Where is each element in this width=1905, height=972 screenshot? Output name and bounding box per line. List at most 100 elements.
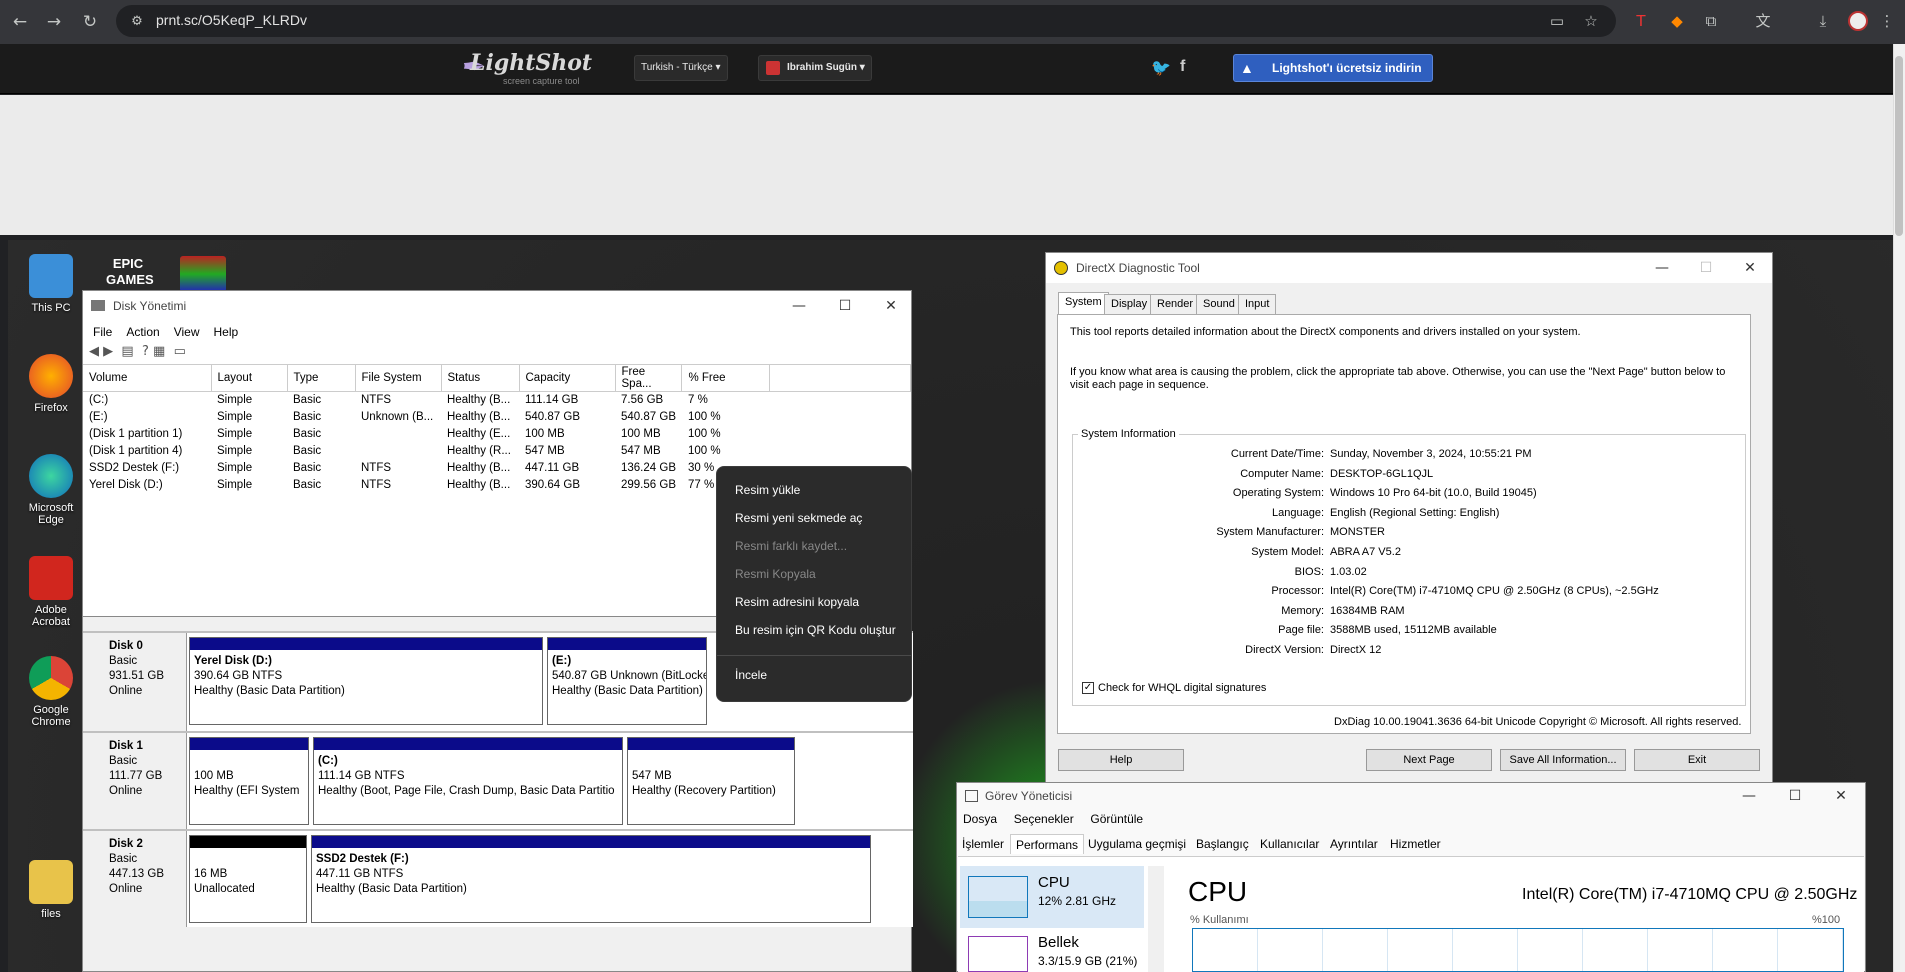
next-page-button[interactable]: Next Page xyxy=(1366,749,1492,771)
menu-file[interactable]: File xyxy=(93,325,112,339)
epic-games-icon[interactable]: EPIC GAMES xyxy=(106,256,154,292)
desktop-icon-edge[interactable]: Microsoft Edge xyxy=(16,454,86,526)
tab-input[interactable]: Input xyxy=(1238,294,1277,314)
menu-view[interactable]: View xyxy=(174,325,200,339)
maximize-button[interactable]: ☐ xyxy=(1773,783,1817,809)
minimize-button[interactable]: — xyxy=(1727,783,1771,809)
tab-users[interactable]: Kullanıcılar xyxy=(1260,834,1319,854)
facebook-icon[interactable]: f xyxy=(1180,58,1185,76)
bookmark-star-icon[interactable]: ☆ xyxy=(1580,10,1602,32)
sidebar-scrollbar[interactable] xyxy=(1148,866,1164,972)
disk-management-titlebar[interactable]: Disk Yönetimi — ☐ ✕ xyxy=(83,291,911,321)
help-icon[interactable]: ? xyxy=(142,344,149,359)
tab-startup[interactable]: Başlangıç xyxy=(1196,834,1249,854)
desktop-icon-firefox[interactable]: Firefox xyxy=(16,354,86,414)
unallocated-space[interactable]: 16 MB Unallocated xyxy=(189,835,307,923)
extension-icon[interactable]: T xyxy=(1630,10,1652,32)
col-volume[interactable]: Volume xyxy=(83,365,212,392)
translate-icon[interactable]: 文 xyxy=(1752,10,1774,32)
dxdiag-titlebar[interactable]: DirectX Diagnostic Tool — ☐ ✕ xyxy=(1046,253,1772,283)
download-lightshot-button[interactable]: Lightshot'ı ücretsiz indirin xyxy=(1233,54,1433,82)
menu-item-upload-image[interactable]: Resim yükle xyxy=(735,479,800,501)
site-info-icon[interactable]: ⚙ xyxy=(126,11,148,33)
scrollbar-thumb[interactable] xyxy=(1895,56,1903,236)
tab-app-history[interactable]: Uygulama geçmişi xyxy=(1088,834,1186,854)
reload-icon[interactable]: ↻ xyxy=(78,10,102,34)
tm-menu-options[interactable]: Seçenekler xyxy=(1014,812,1074,826)
tab-processes[interactable]: İşlemler xyxy=(962,834,1004,854)
twitter-icon[interactable]: 🐦 xyxy=(1151,58,1171,78)
lightshot-logo[interactable]: LightShot xyxy=(470,50,592,76)
col-filesystem[interactable]: File System xyxy=(355,365,442,392)
list-view-icon[interactable]: ▭ xyxy=(174,344,186,359)
partition-e[interactable]: (E:) 540.87 GB Unknown (BitLocker Healthy … xyxy=(547,637,707,725)
disk-2-label[interactable]: Disk 2 Basic 447.13 GB Online xyxy=(83,831,187,927)
tm-menu-file[interactable]: Dosya xyxy=(963,812,997,826)
save-all-info-button[interactable]: Save All Information... xyxy=(1500,749,1626,771)
table-row[interactable]: (C:) Simple Basic NTFS Healthy (B... 111.14 G… xyxy=(83,392,911,409)
tab-performance[interactable]: Performans xyxy=(1010,834,1085,854)
table-cell: Healthy (B... xyxy=(447,394,511,407)
partition-recovery[interactable]: 547 MB Healthy (Recovery Partition) xyxy=(627,737,795,825)
desktop-icon-chrome[interactable]: Google Chrome xyxy=(16,656,86,728)
download-icon[interactable]: ⤓ xyxy=(1812,10,1834,32)
col-free-space[interactable]: Free Spa... xyxy=(615,365,683,392)
minimize-button[interactable]: — xyxy=(1640,253,1684,283)
tab-system[interactable]: System xyxy=(1058,292,1109,314)
tm-menu-view[interactable]: Görüntüle xyxy=(1090,812,1143,826)
maximize-button[interactable]: ☐ xyxy=(823,291,867,321)
help-button[interactable]: Help xyxy=(1058,749,1184,771)
table-row[interactable]: (Disk 1 partition 1) Simple Basic Healthy (… xyxy=(83,426,911,443)
back-arrow-icon[interactable]: ◀ xyxy=(89,344,99,359)
tab-services[interactable]: Hizmetler xyxy=(1390,834,1441,854)
properties-icon[interactable]: ▤ xyxy=(121,344,133,359)
partition-d[interactable]: Yerel Disk (D:) 390.64 GB NTFS Healthy (Ba… xyxy=(189,637,543,725)
tab-sound[interactable]: Sound xyxy=(1196,294,1242,314)
tab-display[interactable]: Display xyxy=(1104,294,1155,314)
partition-f[interactable]: SSD2 Destek (F:) 447.11 GB NTFS Healthy (B… xyxy=(311,835,871,923)
metamask-icon[interactable]: ◆ xyxy=(1666,10,1688,32)
desktop-icon-this-pc[interactable]: This PC xyxy=(16,254,86,314)
close-button[interactable]: ✕ xyxy=(1728,253,1772,283)
menu-item-open-new-tab[interactable]: Resmi yeni sekmede aç xyxy=(735,507,862,529)
cast-icon[interactable]: ▭ xyxy=(1546,10,1568,32)
whql-checkbox[interactable]: ✓ xyxy=(1082,682,1094,694)
col-layout[interactable]: Layout xyxy=(211,365,288,392)
task-manager-titlebar[interactable]: Görev Yöneticisi — ☐ ✕ xyxy=(957,783,1865,809)
menu-item-inspect[interactable]: İncele xyxy=(735,664,767,686)
col-percent-free[interactable]: % Free xyxy=(681,365,771,392)
close-button[interactable]: ✕ xyxy=(1819,783,1863,809)
winrar-icon[interactable] xyxy=(180,256,226,292)
col-status[interactable]: Status xyxy=(441,365,520,392)
desktop-icon-acrobat[interactable]: Adobe Acrobat xyxy=(16,556,86,628)
menu-help[interactable]: Help xyxy=(214,325,239,339)
url-text[interactable]: prnt.sc/O5KeqP_KLRDv xyxy=(156,12,307,28)
close-button[interactable]: ✕ xyxy=(869,291,913,321)
menu-item-qr-code[interactable]: Bu resim için QR Kodu oluştur xyxy=(735,619,896,641)
menu-item-copy-address[interactable]: Resim adresini kopyala xyxy=(735,591,859,613)
disk-0-label[interactable]: Disk 0 Basic 931.51 GB Online xyxy=(83,633,187,731)
table-row[interactable]: (E:) Simple Basic Unknown (B... Healthy (B..… xyxy=(83,409,911,426)
menu-action[interactable]: Action xyxy=(126,325,159,339)
memory-label[interactable]: Bellek xyxy=(1038,934,1079,951)
exit-button[interactable]: Exit xyxy=(1634,749,1760,771)
forward-arrow-icon[interactable]: ▶ xyxy=(103,344,113,359)
disk-1-label[interactable]: Disk 1 Basic 111.77 GB Online xyxy=(83,733,187,829)
desktop-icon-files[interactable]: files xyxy=(16,860,86,920)
col-capacity[interactable]: Capacity xyxy=(519,365,616,392)
tab-render[interactable]: Render xyxy=(1150,294,1201,314)
partition-c[interactable]: (C:) 111.14 GB NTFS Healthy (Boot, Page Fi… xyxy=(313,737,623,825)
extensions-puzzle-icon[interactable]: ⧉ xyxy=(1700,10,1722,32)
address-bar[interactable] xyxy=(116,5,1616,37)
table-row[interactable]: (Disk 1 partition 4) Simple Basic Healthy (… xyxy=(83,443,911,460)
console-icon[interactable]: ▦ xyxy=(153,344,165,359)
tab-details[interactable]: Ayrıntılar xyxy=(1330,834,1378,854)
back-icon[interactable]: ← xyxy=(8,10,32,34)
profile-avatar[interactable] xyxy=(1848,11,1868,31)
col-type[interactable]: Type xyxy=(287,365,356,392)
forward-icon[interactable]: → xyxy=(42,10,66,34)
menu-dots-icon[interactable]: ⋮ xyxy=(1876,10,1898,32)
minimize-button[interactable]: — xyxy=(777,291,821,321)
language-dropdown[interactable]: Turkish - Türkçe ▾ xyxy=(634,55,728,81)
partition-efi[interactable]: 100 MB Healthy (EFI System xyxy=(189,737,309,825)
